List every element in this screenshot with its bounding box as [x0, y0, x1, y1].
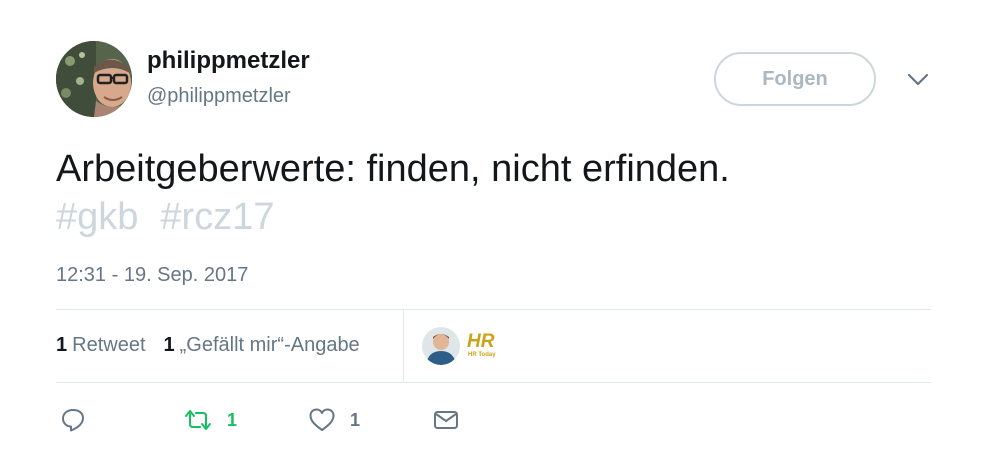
direct-message-button[interactable]	[433, 409, 459, 431]
screen-name[interactable]: @philippmetzler	[147, 85, 291, 108]
chevron-down-icon	[907, 73, 929, 86]
hashtag-link[interactable]: #rcz17	[160, 196, 274, 238]
hashtag-row: #gkb #rcz17	[56, 193, 936, 241]
tweet-actions: 1 1	[60, 405, 459, 435]
retweet-stat-label: Retweet	[72, 334, 146, 356]
retweet-count: 1	[227, 409, 238, 430]
liker-avatar[interactable]	[422, 327, 460, 365]
user-avatar[interactable]	[56, 41, 132, 117]
person-avatar-icon	[422, 327, 460, 365]
follow-button[interactable]: Folgen	[714, 52, 876, 106]
like-stat-label: „Gefällt mir“-Angabe	[179, 334, 360, 356]
tweet-stats: 1 Retweet 1 „Gefällt mir“-Angabe	[56, 334, 360, 357]
tweet-card: philippmetzler @philippmetzler Folgen Ar…	[0, 0, 990, 474]
svg-text:HR Today: HR Today	[468, 352, 496, 358]
more-options-button[interactable]	[905, 70, 931, 90]
hashtag-link[interactable]: #gkb	[56, 196, 138, 238]
reply-icon	[62, 409, 84, 432]
like-count: 1	[350, 409, 361, 430]
divider	[56, 309, 931, 310]
profile-photo-icon	[56, 41, 132, 117]
retweet-button[interactable]: 1	[183, 407, 308, 433]
retweet-stat[interactable]: 1 Retweet	[56, 334, 146, 357]
tweet-timestamp[interactable]: 12:31 - 19. Sep. 2017	[56, 264, 248, 287]
like-stat-count: 1	[163, 334, 175, 356]
like-button[interactable]: 1	[308, 407, 433, 433]
divider	[56, 382, 931, 383]
retweet-stat-count: 1	[56, 334, 68, 356]
heart-icon	[309, 408, 335, 431]
display-name[interactable]: philippmetzler	[147, 47, 310, 75]
reply-button[interactable]	[60, 407, 183, 433]
tweet-body: Arbeitgeberwerte: finden, nicht erfinden…	[56, 148, 730, 190]
likers-list: HR HR Today	[422, 327, 506, 365]
stats-divider	[403, 310, 404, 382]
hr-today-logo-icon[interactable]: HR HR Today	[466, 327, 506, 365]
envelope-icon	[434, 411, 458, 429]
svg-text:HR: HR	[467, 331, 495, 352]
like-stat[interactable]: 1 „Gefällt mir“-Angabe	[164, 334, 360, 357]
tweet-text: Arbeitgeberwerte: finden, nicht erfinden…	[56, 145, 936, 241]
retweet-icon	[185, 410, 211, 430]
